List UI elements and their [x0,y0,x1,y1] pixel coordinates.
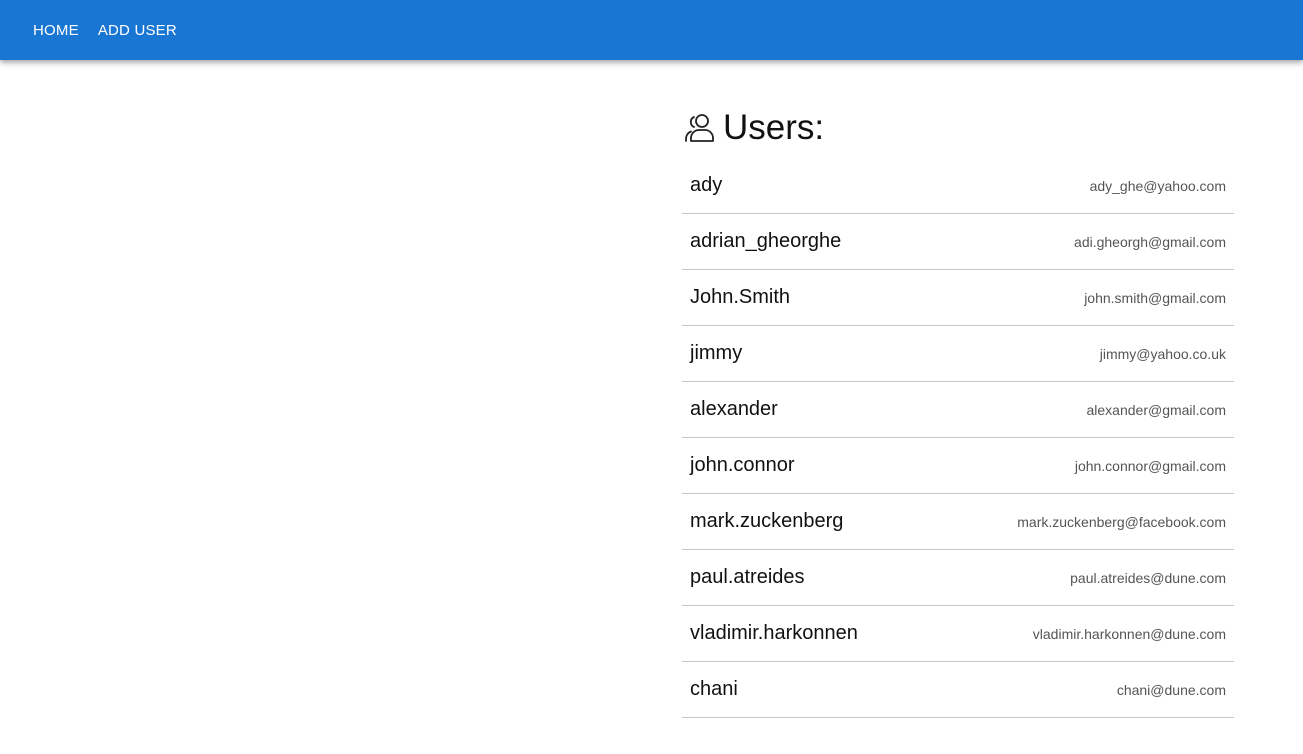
user-username: vladimir.harkonnen [690,622,858,644]
user-row[interactable]: ady ady_ghe@yahoo.com [682,158,1234,214]
user-email: john.connor@gmail.com [1074,457,1226,474]
user-row[interactable]: vladimir.harkonnen vladimir.harkonnen@du… [682,606,1234,662]
nav-home-button[interactable]: HOME [24,16,88,45]
user-username: alexander [690,398,778,420]
users-title: Users: [723,108,825,147]
user-username: jimmy [690,342,743,364]
nav-add-user-button[interactable]: ADD USER [89,16,186,45]
user-username: paul.atreides [690,566,805,588]
user-row[interactable]: alexander alexander@gmail.com [682,382,1234,438]
user-row[interactable]: adrian_gheorghe adi.gheorgh@gmail.com [682,214,1234,270]
users-panel: Users: ady ady_ghe@yahoo.com adrian_gheo… [682,104,1234,718]
user-email: paul.atreides@dune.com [1070,569,1226,586]
user-row[interactable]: john.connor john.connor@gmail.com [682,438,1234,494]
user-row[interactable]: mark.zuckenberg mark.zuckenberg@facebook… [682,494,1234,550]
user-email: alexander@gmail.com [1086,401,1227,418]
user-email: john.smith@gmail.com [1084,289,1226,306]
user-row[interactable]: John.Smith john.smith@gmail.com [682,270,1234,326]
user-email: mark.zuckenberg@facebook.com [1017,513,1226,530]
user-username: chani [690,678,738,700]
user-username: mark.zuckenberg [690,510,844,532]
app-bar: HOME ADD USER [0,0,1303,60]
user-email: adi.gheorgh@gmail.com [1074,233,1226,250]
user-username: John.Smith [690,286,791,308]
user-row[interactable]: jimmy jimmy@yahoo.co.uk [682,326,1234,382]
user-email: jimmy@yahoo.co.uk [1099,345,1226,362]
user-row[interactable]: paul.atreides paul.atreides@dune.com [682,550,1234,606]
users-header: Users: [682,104,1234,152]
user-email: ady_ghe@yahoo.com [1089,177,1226,194]
user-row[interactable]: chani chani@dune.com [682,662,1234,718]
user-username: ady [690,174,723,196]
user-email: chani@dune.com [1116,681,1226,698]
user-username: adrian_gheorghe [690,230,842,252]
user-list: ady ady_ghe@yahoo.com adrian_gheorghe ad… [682,158,1234,718]
user-username: john.connor [690,454,795,476]
user-email: vladimir.harkonnen@dune.com [1032,625,1226,642]
users-icon [682,112,714,144]
